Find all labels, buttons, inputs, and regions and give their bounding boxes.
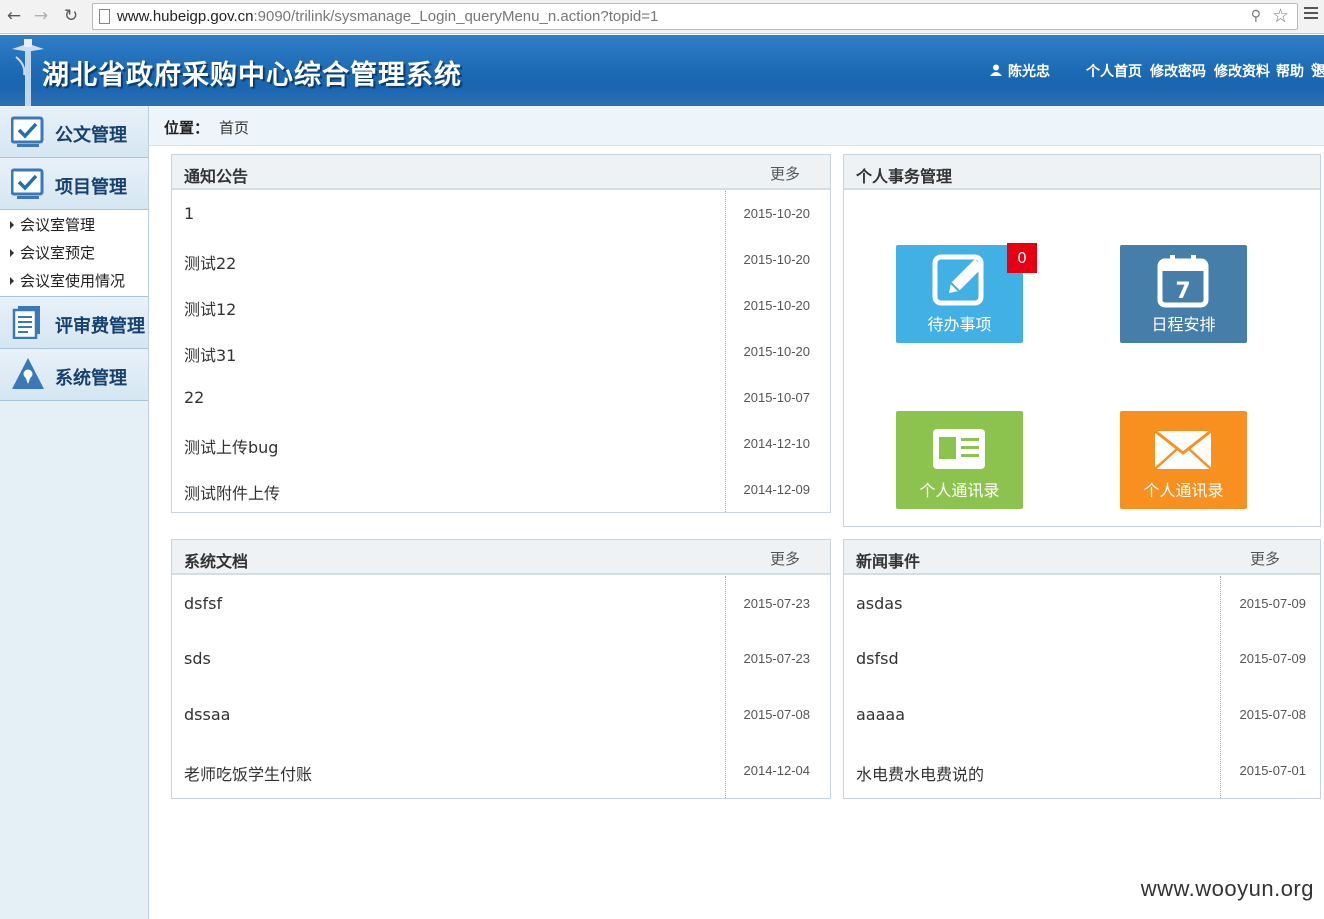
back-icon[interactable]: ← bbox=[3, 5, 25, 27]
list-item[interactable]: 测试22 2015-10-20 bbox=[172, 236, 830, 282]
url-text[interactable]: www.hubeigp.gov.cn:9090/trilink/sysmanag… bbox=[117, 8, 658, 25]
help-link[interactable]: 帮助 bbox=[1276, 61, 1304, 81]
key-icon[interactable]: ⚲ bbox=[1251, 8, 1261, 24]
sidebar-section-system[interactable]: 系统管理 bbox=[0, 349, 148, 401]
schedule-tile[interactable]: 7 日程安排 bbox=[1120, 245, 1247, 343]
notices-more-link[interactable]: 更多 bbox=[770, 163, 800, 184]
gear-icon[interactable]: ⚙ bbox=[1310, 61, 1322, 76]
sidebar-item-meeting-room-mgmt[interactable]: 会议室管理 bbox=[0, 211, 148, 239]
forward-icon[interactable]: → bbox=[30, 5, 52, 27]
system-title: 湖北省政府采购中心综合管理系统 bbox=[42, 60, 462, 91]
svg-text:7: 7 bbox=[1175, 279, 1190, 304]
breadcrumb-label: 位置： bbox=[164, 119, 210, 137]
contacts-tile[interactable]: 个人通讯录 bbox=[896, 411, 1023, 509]
notices-panel: 通知公告 更多 1 2015-10-20 测试22 2015-10-20 测试12 2… bbox=[171, 154, 831, 513]
user-name[interactable]: 陈光忠 bbox=[1008, 61, 1050, 81]
sidebar-item-meeting-room-booking[interactable]: 会议室预定 bbox=[0, 239, 148, 267]
user-icon bbox=[990, 64, 1002, 76]
edit-profile-link[interactable]: 修改资料 bbox=[1214, 61, 1270, 81]
sidebar-section-projects[interactable]: 项目管理 bbox=[0, 158, 148, 210]
watermark-text: www.wooyun.org bbox=[1140, 876, 1314, 901]
todo-tile[interactable]: 待办事项 0 bbox=[896, 243, 1037, 343]
address-bar[interactable]: www.hubeigp.gov.cn:9090/trilink/sysmanag… bbox=[92, 3, 1298, 30]
browser-toolbar: ← → ↻ www.hubeigp.gov.cn:9090/trilink/sy… bbox=[0, 0, 1324, 34]
mail-contacts-label: 个人通讯录 bbox=[1143, 481, 1224, 500]
contacts-label: 个人通讯录 bbox=[919, 481, 1000, 500]
project-submenu: 会议室管理 会议室预定 会议室使用情况 bbox=[0, 210, 148, 297]
header-links: 陈光忠 个人首页 修改密码 修改资料 退出 bbox=[904, 61, 1324, 81]
schedule-label: 日程安排 bbox=[1151, 315, 1216, 334]
page-icon bbox=[99, 9, 110, 24]
list-item[interactable]: 1 2015-10-20 bbox=[172, 190, 830, 236]
news-panel: 新闻事件 更多 asdas 2015-07-09 dsfsd 2015-07-09 … bbox=[843, 539, 1321, 799]
todo-count-badge: 0 bbox=[1007, 243, 1037, 273]
list-item[interactable]: asdas 2015-07-09 bbox=[844, 575, 1320, 631]
sidebar-section-review-fees[interactable]: 评审费管理 bbox=[0, 297, 148, 349]
news-list: asdas 2015-07-09 dsfsd 2015-07-09 aaaaa 201… bbox=[844, 575, 1320, 799]
help-area: 帮助 ⚙ bbox=[1274, 61, 1324, 81]
sidebar: 公文管理 项目管理 会议室管理 会议室预定 会议室使用情况 评审费管理 系统管理 bbox=[0, 106, 149, 919]
home-link[interactable]: 个人首页 bbox=[1086, 61, 1142, 81]
personal-affairs-panel: 个人事务管理 待办事项 0 7 日程安排 个人通讯录 个人通讯录 bbox=[843, 154, 1321, 527]
news-header: 新闻事件 更多 bbox=[844, 540, 1320, 575]
calendar-icon: 7 bbox=[1157, 255, 1209, 308]
breadcrumb-current[interactable]: 首页 bbox=[219, 117, 249, 138]
list-item[interactable]: 老师吃饭学生付账 2014-12-04 bbox=[172, 743, 830, 799]
system-documents-header: 系统文档 更多 bbox=[172, 540, 830, 575]
app-header: 湖北省政府采购中心综合管理系统 陈光忠 个人首页 修改密码 修改资料 退出 帮助… bbox=[0, 35, 1324, 106]
list-item[interactable]: 水电费水电费说的 2015-07-01 bbox=[844, 743, 1320, 799]
list-item[interactable]: 测试12 2015-10-20 bbox=[172, 282, 830, 328]
list-item[interactable]: dsfsf 2015-07-23 bbox=[172, 575, 830, 631]
list-item[interactable]: 测试上传bug 2014-12-10 bbox=[172, 420, 830, 466]
sidebar-section-documents[interactable]: 公文管理 bbox=[0, 106, 148, 158]
checkbox-icon bbox=[11, 168, 44, 199]
change-password-link[interactable]: 修改密码 bbox=[1150, 61, 1206, 81]
envelope-icon bbox=[1154, 429, 1212, 470]
list-item[interactable]: dsfsd 2015-07-09 bbox=[844, 631, 1320, 687]
notices-list: 1 2015-10-20 测试22 2015-10-20 测试12 2015-10-2… bbox=[172, 190, 830, 512]
browser-menu-icon[interactable] bbox=[1304, 7, 1318, 21]
mail-tile[interactable]: 个人通讯录 bbox=[1120, 411, 1247, 509]
list-item[interactable]: dssaa 2015-07-08 bbox=[172, 687, 830, 743]
list-item[interactable]: 22 2015-10-07 bbox=[172, 374, 830, 420]
edit-icon bbox=[932, 254, 984, 306]
news-more-link[interactable]: 更多 bbox=[1250, 548, 1280, 569]
bookmark-star-icon[interactable]: ☆ bbox=[1272, 5, 1289, 27]
checkbox-icon bbox=[11, 116, 44, 147]
notices-header: 通知公告 更多 bbox=[172, 155, 830, 190]
warning-icon bbox=[12, 358, 44, 389]
list-item[interactable]: aaaaa 2015-07-08 bbox=[844, 687, 1320, 743]
list-item[interactable]: 测试附件上传 2014-12-09 bbox=[172, 466, 830, 512]
reload-icon[interactable]: ↻ bbox=[60, 5, 82, 27]
sysdocs-list: dsfsf 2015-07-23 sds 2015-07-23 dssaa 2015-… bbox=[172, 575, 830, 799]
list-item[interactable]: 测试31 2015-10-20 bbox=[172, 328, 830, 374]
todo-label: 待办事项 bbox=[927, 315, 992, 334]
list-item[interactable]: sds 2015-07-23 bbox=[172, 631, 830, 687]
system-documents-panel: 系统文档 更多 dsfsf 2015-07-23 sds 2015-07-23 ds… bbox=[171, 539, 831, 799]
contact-card-icon bbox=[933, 429, 985, 469]
document-icon bbox=[12, 306, 40, 339]
sysdocs-more-link[interactable]: 更多 bbox=[770, 548, 800, 569]
breadcrumb: 位置： 首页 bbox=[149, 106, 1324, 146]
sidebar-item-meeting-room-usage[interactable]: 会议室使用情况 bbox=[0, 267, 148, 295]
personal-affairs-header: 个人事务管理 bbox=[844, 155, 1320, 190]
pillar-logo-icon bbox=[12, 39, 44, 106]
